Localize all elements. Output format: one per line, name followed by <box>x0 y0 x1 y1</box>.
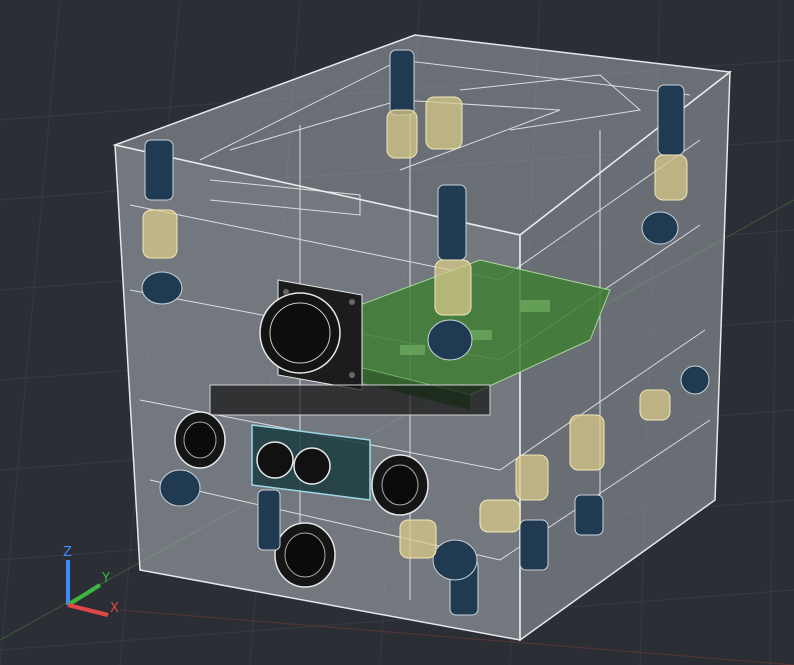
ucs-x-label: X <box>110 601 119 616</box>
3d-model-viewport[interactable]: Z Y X <box>0 0 794 665</box>
ucs-z-label: Z <box>63 545 72 560</box>
ucs-axis-icon[interactable]: Z Y X <box>63 545 119 617</box>
ucs-y-label: Y <box>101 571 110 586</box>
